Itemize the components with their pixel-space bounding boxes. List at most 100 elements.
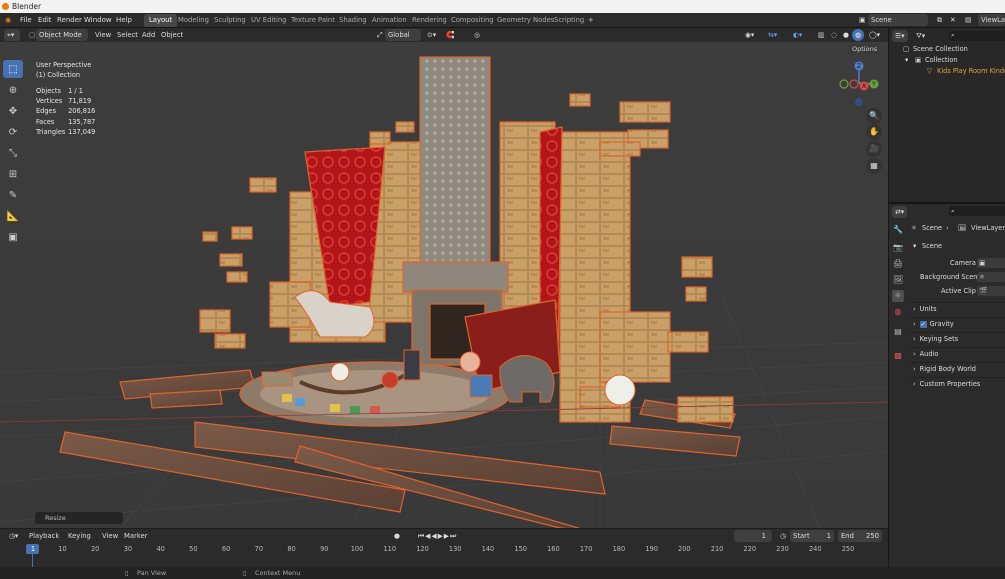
outliner-filter-icon[interactable]: ⛛▾ <box>913 30 928 42</box>
timeline-ruler[interactable]: 1 10 20 30 40 50 60 70 80 90 100 110 120 130 140 150 160… <box>0 543 888 567</box>
menu-object[interactable]: Object <box>158 29 186 41</box>
transform-tool-icon[interactable]: ⊞ <box>3 165 23 183</box>
record-icon[interactable]: ● <box>391 530 403 542</box>
tab-compositing[interactable]: Compositing <box>446 14 499 27</box>
menu-select[interactable]: Select <box>114 29 141 41</box>
background-scene-field[interactable]: ⚛ <box>977 272 1005 282</box>
overlay-toggle-icon[interactable]: ◐▾ <box>790 29 805 41</box>
menu-edit[interactable]: Edit <box>38 13 52 28</box>
zoom-icon[interactable]: 🔍 <box>866 108 882 124</box>
section-audio[interactable]: › Audio <box>909 347 1005 360</box>
scene-selector[interactable]: Scene <box>868 14 928 26</box>
playback-controls[interactable]: ⏮◀◀▶▶⏭ <box>415 530 460 542</box>
menu-view[interactable]: View <box>92 29 114 41</box>
marker-menu[interactable]: Marker <box>121 530 151 542</box>
scene-props-icon[interactable]: ⚛ <box>892 290 904 302</box>
menu-help[interactable]: Help <box>116 13 132 28</box>
render-props-icon[interactable]: 📷 <box>892 242 904 254</box>
select-box-tool-icon[interactable]: ⬚ <box>3 60 23 78</box>
start-frame-field[interactable]: Start 1 <box>790 530 834 542</box>
snap-icon[interactable]: 🧲 <box>443 29 457 41</box>
viewlayer-selector[interactable]: ViewLayer <box>978 14 1005 26</box>
shading-rendered-icon[interactable]: ◯▾ <box>866 29 883 41</box>
menu-window[interactable]: Window <box>84 13 112 28</box>
shading-material-icon[interactable]: ◍ <box>852 29 864 41</box>
texture-props-icon[interactable]: ▩ <box>892 350 904 362</box>
camera-field[interactable]: ▣ <box>977 258 1005 268</box>
menu-add[interactable]: Add <box>139 29 158 41</box>
current-frame-field[interactable]: 1 <box>734 530 772 542</box>
annotate-tool-icon[interactable]: ✎ <box>3 186 23 204</box>
mode-selector[interactable]: Object Mode <box>36 29 88 41</box>
cursor-tool-icon[interactable]: ⊕ <box>3 81 23 99</box>
collection-props-icon[interactable]: ▤ <box>892 326 904 338</box>
playback-menu[interactable]: Playback <box>26 530 62 542</box>
active-clip-label: Active Clip <box>941 287 976 295</box>
timeline-view-menu[interactable]: View <box>99 530 121 542</box>
camera-view-icon[interactable]: 🎥 <box>866 141 882 157</box>
stat-triangles: Triangles 137,049 <box>36 127 96 136</box>
visibility-icon[interactable]: ◉▾ <box>742 29 757 41</box>
section-units[interactable]: › Units <box>909 302 1005 315</box>
menu-render[interactable]: Render <box>57 13 82 28</box>
shading-wireframe-icon[interactable]: ◌ <box>828 29 840 41</box>
scene-panel-title[interactable]: Scene <box>922 242 942 250</box>
xray-icon[interactable]: ▥ <box>815 29 827 41</box>
last-operator-panel[interactable]: Resize <box>35 512 123 524</box>
view-layer-props-icon[interactable]: 🖼 <box>892 274 904 286</box>
tab-uv-editing[interactable]: UV Editing <box>246 14 291 27</box>
end-frame-field[interactable]: End 250 <box>838 530 882 542</box>
timeline-editor-icon[interactable]: ◷▾ <box>6 530 21 542</box>
tab-shading[interactable]: Shading <box>334 14 372 27</box>
menu-file[interactable]: File <box>20 13 32 28</box>
outliner-scene-collection[interactable]: Scene Collection <box>913 45 968 53</box>
proportional-edit-icon[interactable]: ◎ <box>471 29 483 41</box>
section-keying-sets[interactable]: › Keying Sets <box>909 332 1005 345</box>
orientation-selector[interactable]: Global <box>385 29 421 41</box>
tab-modeling[interactable]: Modeling <box>173 14 214 27</box>
pan-hand-icon[interactable]: ✋ <box>866 124 882 140</box>
section-custom-properties[interactable]: › Custom Properties <box>909 377 1005 390</box>
measure-tool-icon[interactable]: 📐 <box>3 207 23 225</box>
tab-sculpting[interactable]: Sculpting <box>209 14 251 27</box>
outliner-collection[interactable]: Collection <box>925 56 958 64</box>
ortho-grid-icon[interactable]: ▦ <box>866 158 882 174</box>
tool-shelf: ⬚ ⊕ ✥ ⟳ ⤡ ⊞ ✎ 📐 ▣ <box>3 60 25 249</box>
world-props-icon[interactable]: ◍ <box>892 306 904 318</box>
navigation-gizmo[interactable]: Z X Y <box>834 58 884 108</box>
tab-animation[interactable]: Animation <box>367 14 412 27</box>
add-workspace-button[interactable]: + <box>583 14 599 27</box>
panel-expand-icon[interactable]: ▾ <box>913 242 916 250</box>
output-props-icon[interactable]: 🖨 <box>892 258 904 270</box>
properties-search-icon: ⌕ <box>951 207 955 215</box>
scene-stats: Objects 1 / 1 Vertices 71,819 Edges 206,… <box>36 86 95 137</box>
tool-props-icon[interactable]: 🔧 <box>892 224 904 236</box>
tab-rendering[interactable]: Rendering <box>407 14 452 27</box>
active-clip-field[interactable]: 🎬 <box>977 286 1005 296</box>
options-dropdown[interactable]: Options <box>848 44 882 55</box>
timeline-tick: 140 <box>481 545 495 553</box>
outliner-search-input[interactable] <box>949 31 1005 41</box>
section-rigid-body-world[interactable]: › Rigid Body World <box>909 362 1005 375</box>
keying-menu[interactable]: Keying <box>65 530 94 542</box>
outliner-editor-icon[interactable]: ☰▾ <box>892 30 908 42</box>
blender-menu-icon[interactable]: ◉ <box>5 13 11 28</box>
editor-type-icon[interactable]: ⌖▾ <box>4 29 20 41</box>
properties-search-input[interactable] <box>949 206 1005 216</box>
new-scene-icon[interactable]: ⧉ <box>934 14 945 26</box>
section-gravity[interactable]: › ✓ Gravity <box>909 317 1005 330</box>
properties-editor-icon[interactable]: ⇄▾ <box>892 206 908 218</box>
scale-tool-icon[interactable]: ⤡ <box>3 144 23 162</box>
tab-texture-paint[interactable]: Texture Paint <box>286 14 340 27</box>
gravity-checkbox[interactable]: ✓ <box>919 321 927 328</box>
expand-arrow-icon[interactable]: ▾ <box>905 56 908 64</box>
delete-scene-icon[interactable]: ✕ <box>947 14 959 26</box>
rotate-tool-icon[interactable]: ⟳ <box>3 123 23 141</box>
3d-viewport[interactable] <box>0 42 888 528</box>
move-tool-icon[interactable]: ✥ <box>3 102 23 120</box>
shading-solid-icon[interactable]: ● <box>840 29 852 41</box>
outliner-object[interactable]: Kids Play Room Kindergarten <box>937 67 1005 75</box>
pivot-icon[interactable]: ⊙▾ <box>424 29 439 41</box>
gizmo-toggle-icon[interactable]: ⇆▾ <box>765 29 780 41</box>
add-cube-tool-icon[interactable]: ▣ <box>3 228 23 246</box>
